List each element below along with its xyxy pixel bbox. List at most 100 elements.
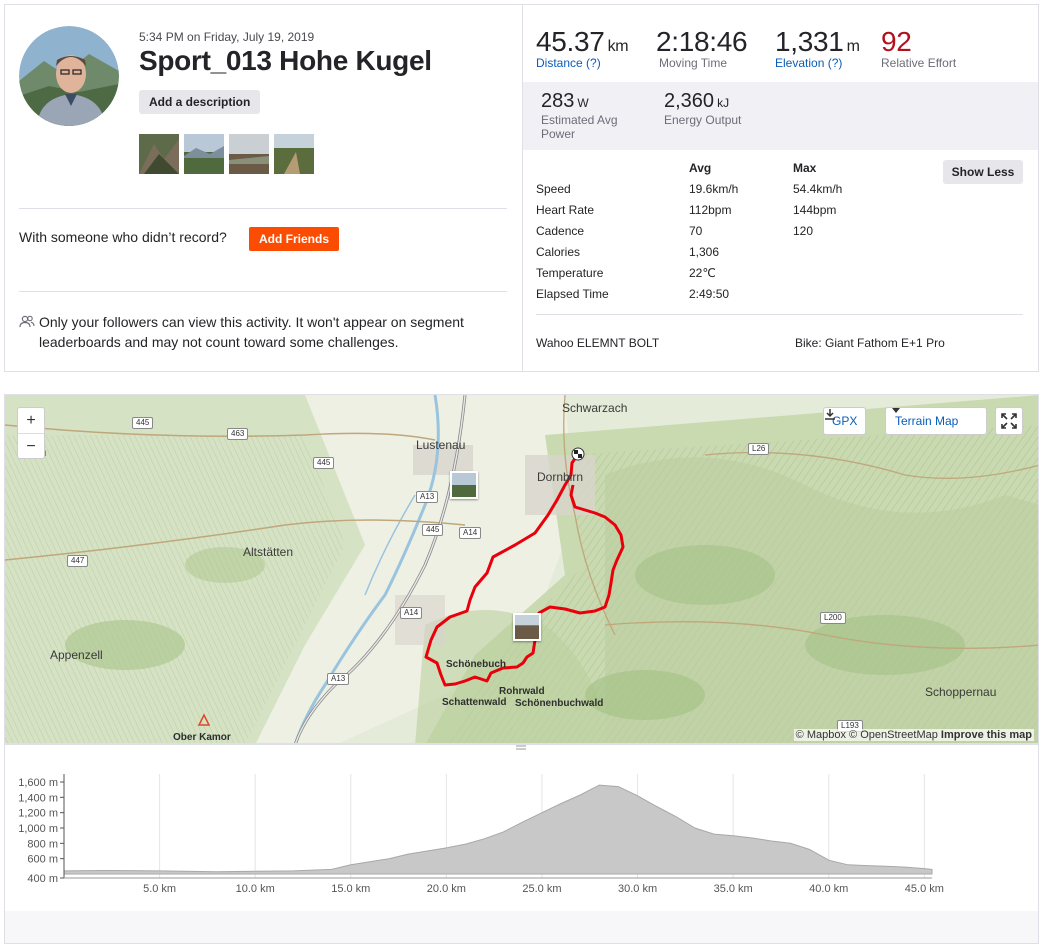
- detail-row-label: Cadence: [536, 224, 585, 238]
- energy-label: Energy Output: [664, 113, 742, 127]
- zoom-controls: + −: [17, 407, 45, 459]
- detail-row-max: 54.4km/h: [793, 182, 843, 196]
- y-tick-label: 1,200 m: [18, 808, 58, 820]
- detail-row-label: Calories: [536, 245, 581, 259]
- column-divider: [522, 4, 523, 372]
- photo-thumbnail[interactable]: [274, 134, 314, 174]
- elevation-footer: [5, 911, 1038, 943]
- energy-stat: 2,360 kJ Energy Output: [664, 90, 741, 127]
- x-tick-label: 45.0 km: [905, 883, 944, 895]
- photo-thumbnail[interactable]: [139, 134, 179, 174]
- road-shield: A14: [459, 527, 482, 539]
- x-tick-label: 25.0 km: [522, 883, 561, 895]
- detail-row-label: Speed: [536, 182, 571, 196]
- x-tick-label: 20.0 km: [427, 883, 466, 895]
- road-shield: 445: [132, 417, 154, 429]
- road-shield: 463: [227, 428, 249, 440]
- map-type-select[interactable]: Terrain Map: [885, 407, 987, 435]
- x-tick-label: 15.0 km: [331, 883, 370, 895]
- section-divider: [19, 291, 507, 292]
- distance-stat: 45.37 km Distance (?): [536, 26, 629, 70]
- place-label: Schwarzach: [562, 401, 628, 415]
- road-shield: 445: [313, 457, 335, 469]
- elevation-unit: m: [846, 38, 860, 55]
- photo-strip: [139, 134, 314, 174]
- caret-down-icon: [892, 408, 900, 413]
- photo-thumbnail[interactable]: [229, 134, 269, 174]
- road-shield: A13: [416, 491, 439, 503]
- place-label: Rohrwald: [499, 686, 545, 697]
- y-tick-label: 1,400 m: [18, 792, 58, 804]
- power-value: 283: [541, 90, 575, 112]
- zoom-in-button[interactable]: +: [18, 408, 44, 434]
- place-label: Ober Kamor: [173, 732, 231, 743]
- osm-link[interactable]: © OpenStreetMap: [849, 729, 938, 741]
- mapbox-link[interactable]: © Mapbox: [796, 729, 846, 741]
- activity-timestamp: 5:34 PM on Friday, July 19, 2019: [139, 30, 315, 44]
- place-label: Schattenwald: [442, 697, 507, 708]
- moving-time-stat: 2:18:46 Moving Time: [656, 26, 748, 70]
- moving-time-label: Moving Time: [659, 56, 728, 70]
- activity-title: Sport_013 Hohe Kugel: [139, 45, 432, 76]
- improve-map-link[interactable]: Improve this map: [941, 729, 1032, 741]
- energy-unit: kJ: [717, 96, 730, 110]
- map-attribution: © Mapbox © OpenStreetMap Improve this ma…: [793, 729, 1034, 741]
- map-photo-marker[interactable]: [450, 471, 478, 499]
- road-shield: L26: [748, 443, 770, 455]
- place-label: Schönebuch: [446, 659, 507, 670]
- detail-row-avg: 70: [689, 224, 703, 238]
- x-tick-label: 35.0 km: [714, 883, 753, 895]
- moving-time-value: 2:18:46: [656, 26, 748, 57]
- road-shield: 445: [422, 524, 444, 536]
- avg-column-header: Avg: [689, 161, 712, 175]
- resize-handle-icon[interactable]: [516, 744, 526, 752]
- distance-label[interactable]: Distance (?): [536, 56, 628, 70]
- x-tick-label: 10.0 km: [236, 883, 275, 895]
- road-shield: 447: [67, 555, 89, 567]
- road-shield: A13: [327, 673, 350, 685]
- road-shield: A14: [400, 607, 423, 619]
- detail-row-avg: 2:49:50: [689, 287, 730, 301]
- with-someone-text: With someone who didn’t record?: [19, 229, 227, 245]
- elevation-label[interactable]: Elevation (?): [775, 56, 860, 70]
- elevation-area: [63, 784, 933, 875]
- map-photo-marker[interactable]: [513, 613, 541, 641]
- gpx-download-button[interactable]: GPX: [823, 407, 867, 435]
- privacy-notice: Only your followers can view this activi…: [39, 314, 464, 350]
- place-label: Schönenbuchwald: [515, 698, 604, 709]
- max-column-header: Max: [793, 161, 817, 175]
- relative-effort-label: Relative Effort: [881, 56, 957, 70]
- avatar[interactable]: [19, 26, 119, 126]
- place-label: Appenzell: [50, 648, 103, 662]
- elevation-chart[interactable]: 1,600 m 1,400 m 1,200 m 1,000 m 800 m 600 m 40…: [0, 760, 1041, 900]
- fullscreen-button[interactable]: [995, 407, 1023, 435]
- relative-effort-value: 92: [881, 26, 912, 57]
- zoom-out-button[interactable]: −: [18, 434, 44, 460]
- add-friends-button[interactable]: Add Friends: [249, 227, 340, 251]
- elevation-stat: 1,331 m Elevation (?): [775, 26, 860, 70]
- photo-thumbnail[interactable]: [184, 134, 224, 174]
- y-tick-label: 600 m: [27, 854, 58, 866]
- add-description-button[interactable]: Add a description: [139, 90, 261, 114]
- y-tick-label: 1,600 m: [18, 777, 58, 789]
- detail-row-avg: 1,306: [689, 245, 720, 259]
- x-tick-label: 30.0 km: [618, 883, 657, 895]
- distance-value: 45.37: [536, 26, 605, 57]
- energy-value: 2,360: [664, 90, 715, 112]
- fullscreen-icon: [1001, 413, 1017, 429]
- x-tick-label: 5.0 km: [143, 883, 176, 895]
- place-label: Lustenau: [416, 438, 466, 452]
- map-type-label: Terrain Map: [895, 414, 959, 428]
- place-label: Schoppernau: [925, 685, 997, 699]
- road-shield: L200: [820, 612, 846, 624]
- download-icon: [825, 409, 835, 420]
- x-tick-label: 40.0 km: [809, 883, 848, 895]
- bike-name: Bike: Giant Fathom E+1 Pro: [795, 336, 945, 350]
- route-map[interactable]: Schwarzach Lustenau Dornbirn allen Altst…: [4, 394, 1039, 744]
- device-name: Wahoo ELEMNT BOLT: [536, 336, 660, 350]
- show-less-button[interactable]: Show Less: [943, 160, 1023, 184]
- section-divider: [536, 314, 1023, 315]
- elevation-value: 1,331: [775, 26, 844, 57]
- detail-row-avg: 22℃: [689, 266, 716, 280]
- detail-row-max: 144bpm: [793, 203, 837, 217]
